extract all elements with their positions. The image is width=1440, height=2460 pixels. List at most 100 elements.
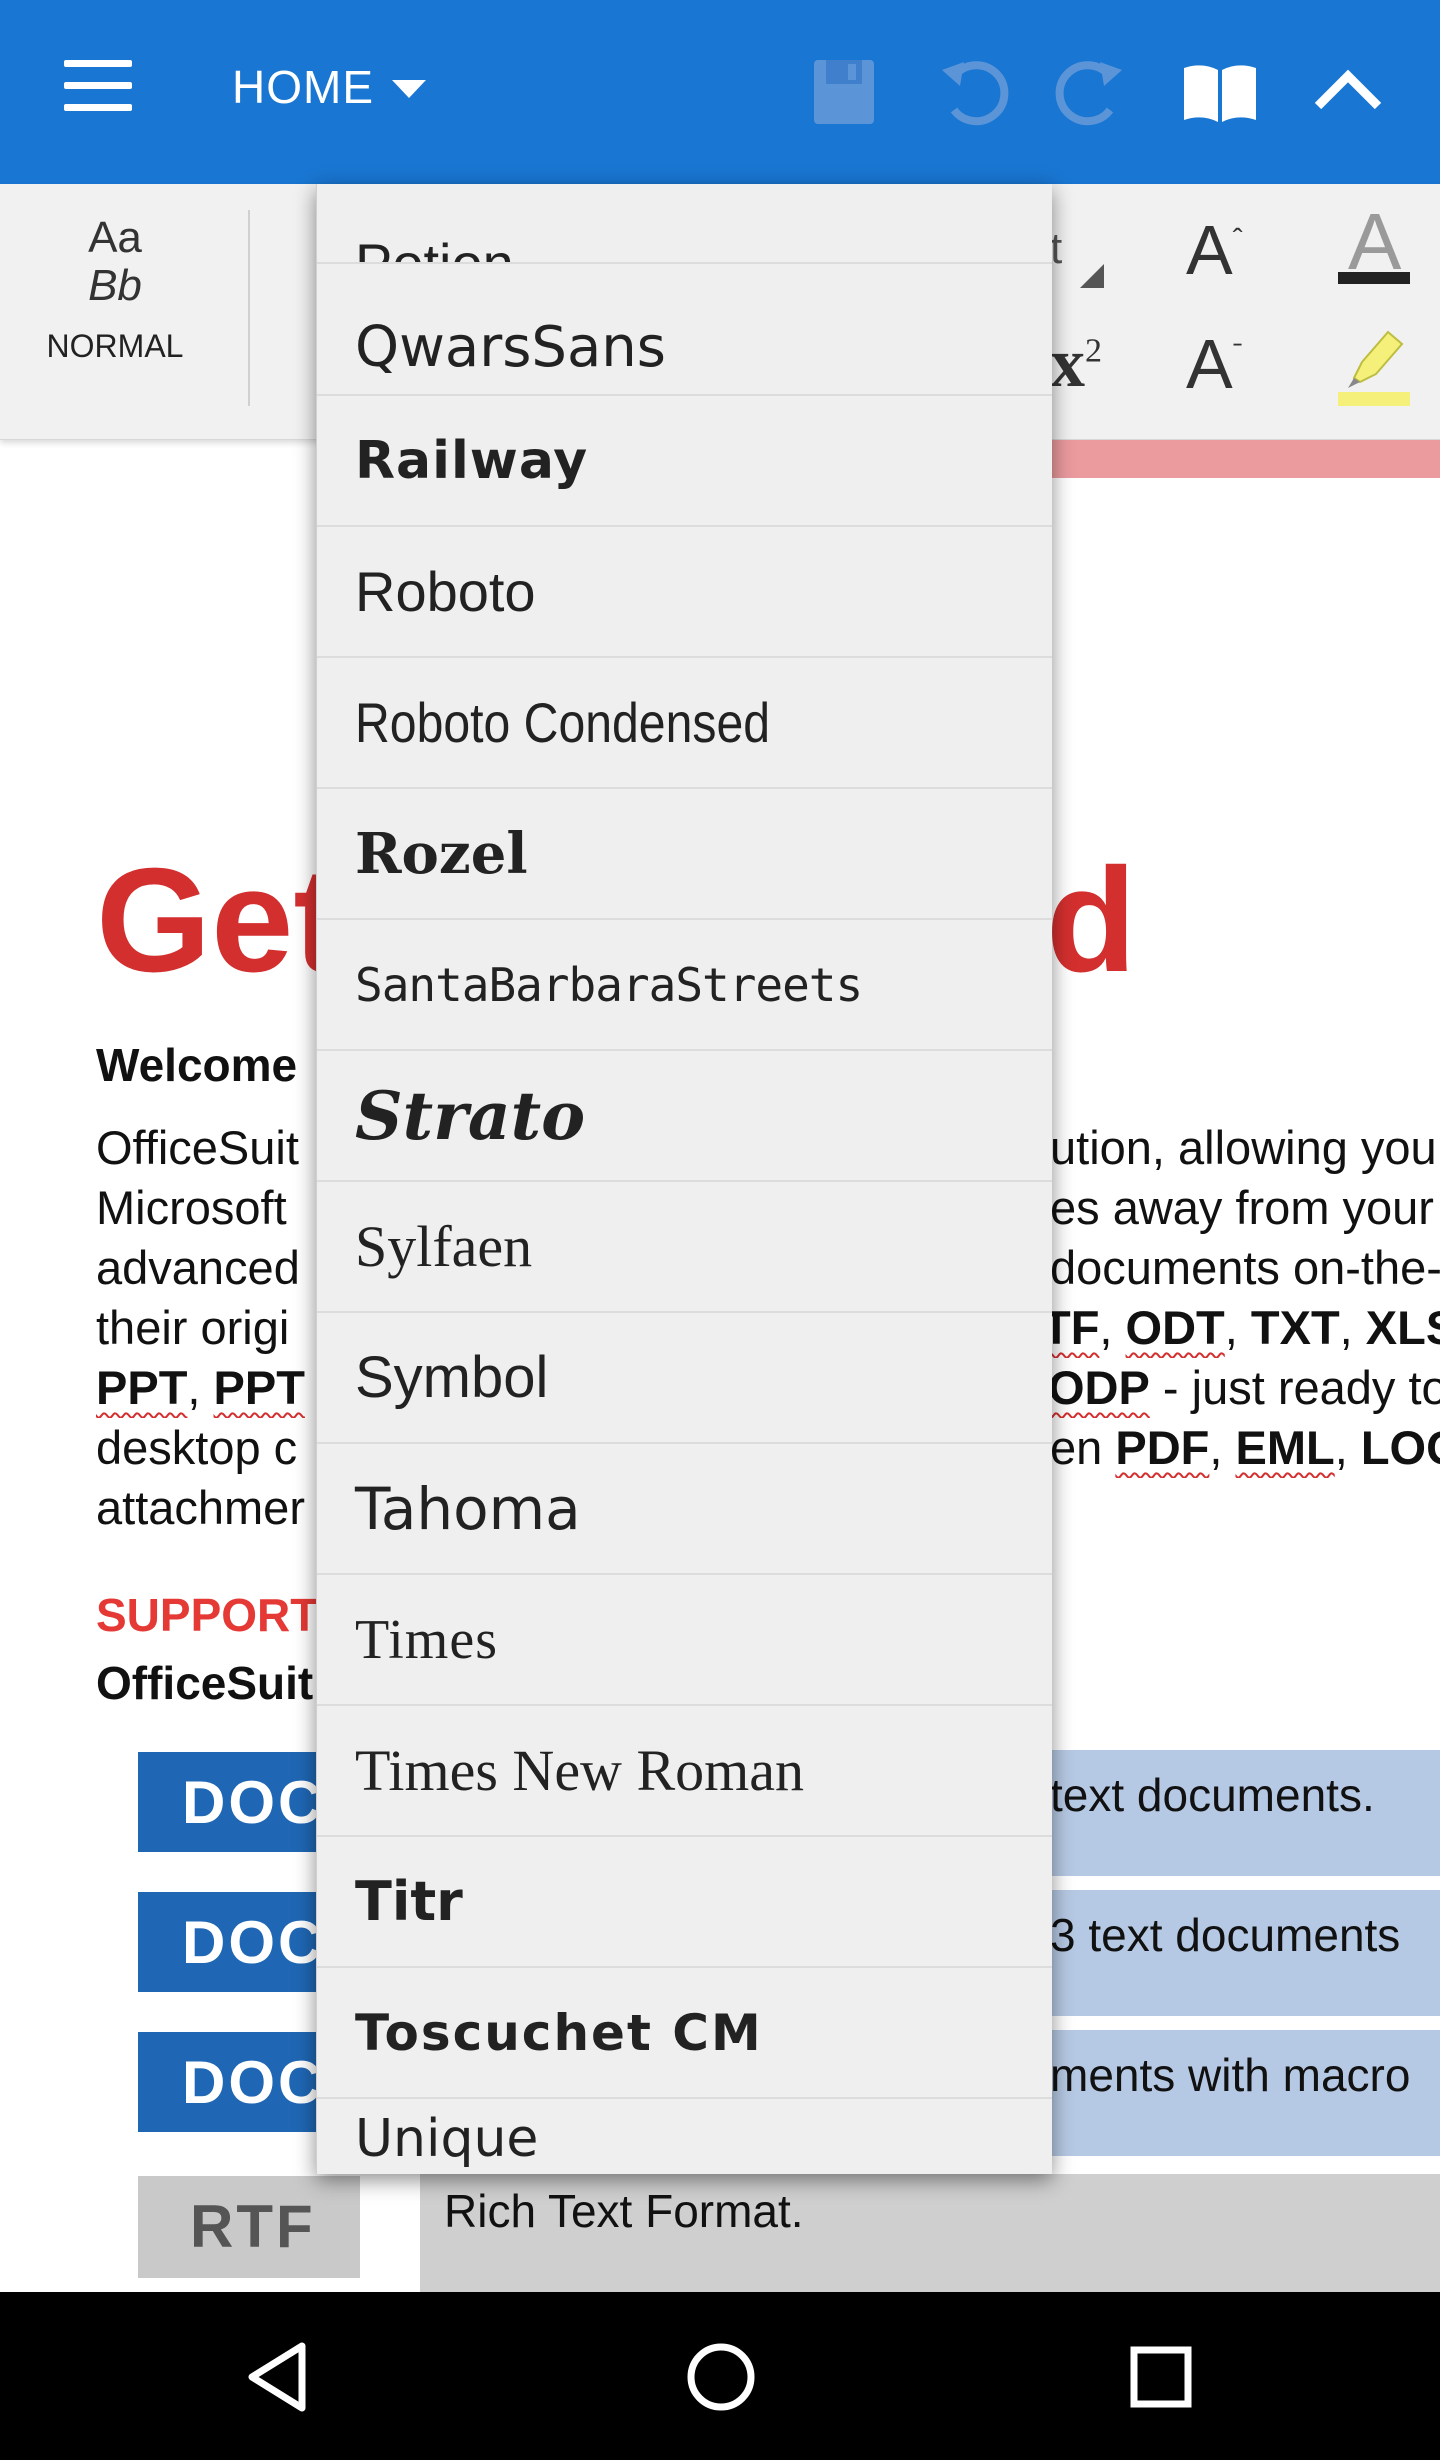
- shrink-font-button[interactable]: Aˉ: [1186, 324, 1243, 404]
- comma: ,: [1339, 1301, 1366, 1354]
- font-option[interactable]: Toscuchet CM: [317, 1968, 1052, 2099]
- font-option-label: QwarsSans: [355, 315, 666, 380]
- font-option[interactable]: Times New Roman: [317, 1706, 1052, 1837]
- save-icon[interactable]: [804, 52, 884, 132]
- font-dropdown-list[interactable]: Potion QwarsSans Railway Roboto Roboto C…: [316, 184, 1052, 2174]
- home-tab-dropdown[interactable]: HOME: [232, 60, 426, 114]
- para-line-right: es away from your: [1050, 1181, 1434, 1234]
- document-title: Get d: [96, 836, 1136, 1006]
- format-eml: EML: [1235, 1421, 1335, 1474]
- font-option-label: Roboto: [355, 560, 536, 623]
- para-line-right: ution, allowing you: [1050, 1121, 1437, 1174]
- format-log: LOG: [1360, 1421, 1440, 1474]
- para-line-right: ODP - just ready to: [1048, 1358, 1440, 1418]
- collapse-icon[interactable]: [1308, 52, 1388, 132]
- font-option-label: Times New Roman: [355, 1738, 804, 1803]
- font-option[interactable]: Tahoma: [317, 1444, 1052, 1575]
- para-text: en: [1050, 1421, 1116, 1474]
- undo-icon[interactable]: [930, 52, 1010, 132]
- font-option[interactable]: Sylfaen: [317, 1182, 1052, 1313]
- font-option-label: Symbol: [355, 1345, 549, 1410]
- minus-icon: ˉ: [1232, 337, 1243, 371]
- para-line-left: PPT, PPT: [96, 1361, 305, 1414]
- comma: ,: [187, 1361, 214, 1414]
- redo-icon[interactable]: [1054, 52, 1134, 132]
- font-color-swatch: [1338, 272, 1410, 284]
- format-description: text documents.: [1050, 1769, 1375, 1821]
- format-odp: ODP: [1048, 1361, 1150, 1414]
- style-normal-button[interactable]: Aa Bb NORMAL: [30, 214, 200, 365]
- welcome-heading: Welcome: [96, 1039, 298, 1091]
- font-option[interactable]: Symbol: [317, 1313, 1052, 1444]
- ribbon-divider: [248, 210, 250, 406]
- document-title-right: d: [1046, 838, 1137, 1003]
- font-option[interactable]: Potion: [317, 184, 1052, 264]
- para-text: - just ready to: [1149, 1361, 1440, 1414]
- format-description: ments with macro: [1050, 2049, 1411, 2101]
- font-option-label: Rozel: [355, 820, 528, 887]
- para-line-left: their origi: [96, 1301, 290, 1354]
- style-preview-aa: Aa: [88, 213, 142, 262]
- font-option[interactable]: Unique: [317, 2099, 1052, 2169]
- format-row: RTF Rich Text Format.: [0, 2174, 1440, 2304]
- para-line-left: advanced: [96, 1241, 300, 1294]
- font-option[interactable]: Railway: [317, 396, 1052, 527]
- para-line-right: en PDF, EML, LOG: [1050, 1418, 1440, 1478]
- recents-icon[interactable]: [1116, 2332, 1206, 2422]
- font-option-label: Potion: [355, 232, 514, 264]
- chevron-down-icon: [392, 80, 426, 98]
- para-line-left: Microsoft: [96, 1181, 287, 1234]
- font-option[interactable]: Strato: [317, 1051, 1052, 1182]
- grow-font-button[interactable]: Aˆ: [1186, 210, 1243, 290]
- highlight-color-swatch: [1338, 392, 1410, 406]
- back-icon[interactable]: [236, 2332, 326, 2422]
- font-option[interactable]: Roboto: [317, 527, 1052, 658]
- format-ppt: PPT: [96, 1361, 188, 1414]
- caret-up-icon: ˆ: [1232, 223, 1243, 257]
- superscript-base: x: [1050, 325, 1085, 402]
- format-txt: TXT: [1250, 1301, 1340, 1354]
- font-option-label: Toscuchet CM: [355, 2003, 763, 2062]
- font-option-label: SantaBarbaraStreets: [355, 957, 863, 1012]
- font-option-label: Strato: [355, 1076, 586, 1155]
- style-name-label: NORMAL: [46, 328, 184, 364]
- comma: ,: [1099, 1301, 1126, 1354]
- font-option-label: Sylfaen: [355, 1214, 533, 1279]
- font-option-label: Railway: [355, 430, 589, 491]
- para-line-left: desktop c: [96, 1421, 298, 1474]
- superscript-button[interactable]: x2: [1050, 324, 1102, 404]
- format-xls: XLS: [1365, 1301, 1440, 1354]
- superscript-exp: 2: [1085, 332, 1102, 370]
- font-field-corner-icon: [1080, 264, 1104, 288]
- read-mode-icon[interactable]: [1180, 52, 1260, 132]
- para-line-left: OfficeSuit: [96, 1121, 299, 1174]
- format-pptx: PPT: [213, 1361, 305, 1414]
- highlighter-icon[interactable]: [1340, 322, 1410, 392]
- font-option[interactable]: Times: [317, 1575, 1052, 1706]
- para-line-right: documents on-the-: [1050, 1241, 1440, 1294]
- home-tab-label: HOME: [232, 61, 374, 113]
- font-option-label: Roboto Condensed: [355, 691, 771, 754]
- hamburger-menu-icon[interactable]: [64, 60, 132, 112]
- format-description: 3 text documents: [1050, 1909, 1401, 1961]
- system-nav-bar: [0, 2292, 1440, 2460]
- font-option[interactable]: SantaBarbaraStreets: [317, 920, 1052, 1051]
- font-option-label: Times: [355, 1608, 499, 1671]
- comma: ,: [1209, 1421, 1236, 1474]
- font-option[interactable]: QwarsSans: [317, 264, 1052, 396]
- font-option-label: Tahoma: [355, 1474, 581, 1543]
- home-icon[interactable]: [676, 2332, 766, 2422]
- header-color-strip: [1050, 440, 1440, 478]
- officesuite-subheading: OfficeSuit: [96, 1657, 314, 1709]
- comma: ,: [1334, 1421, 1361, 1474]
- comma: ,: [1224, 1301, 1251, 1354]
- grow-font-label: A: [1186, 211, 1233, 289]
- font-option[interactable]: Roboto Condensed: [317, 658, 1052, 789]
- font-option[interactable]: Rozel: [317, 789, 1052, 920]
- format-badge: RTF: [138, 2176, 360, 2278]
- para-line-right: TF, ODT, TXT, XLS: [1042, 1298, 1440, 1358]
- font-option-label: Unique: [355, 2109, 539, 2169]
- document-title-left: Get: [96, 838, 343, 1003]
- font-option[interactable]: Titr: [317, 1837, 1052, 1968]
- style-preview-bb: Bb: [88, 261, 142, 310]
